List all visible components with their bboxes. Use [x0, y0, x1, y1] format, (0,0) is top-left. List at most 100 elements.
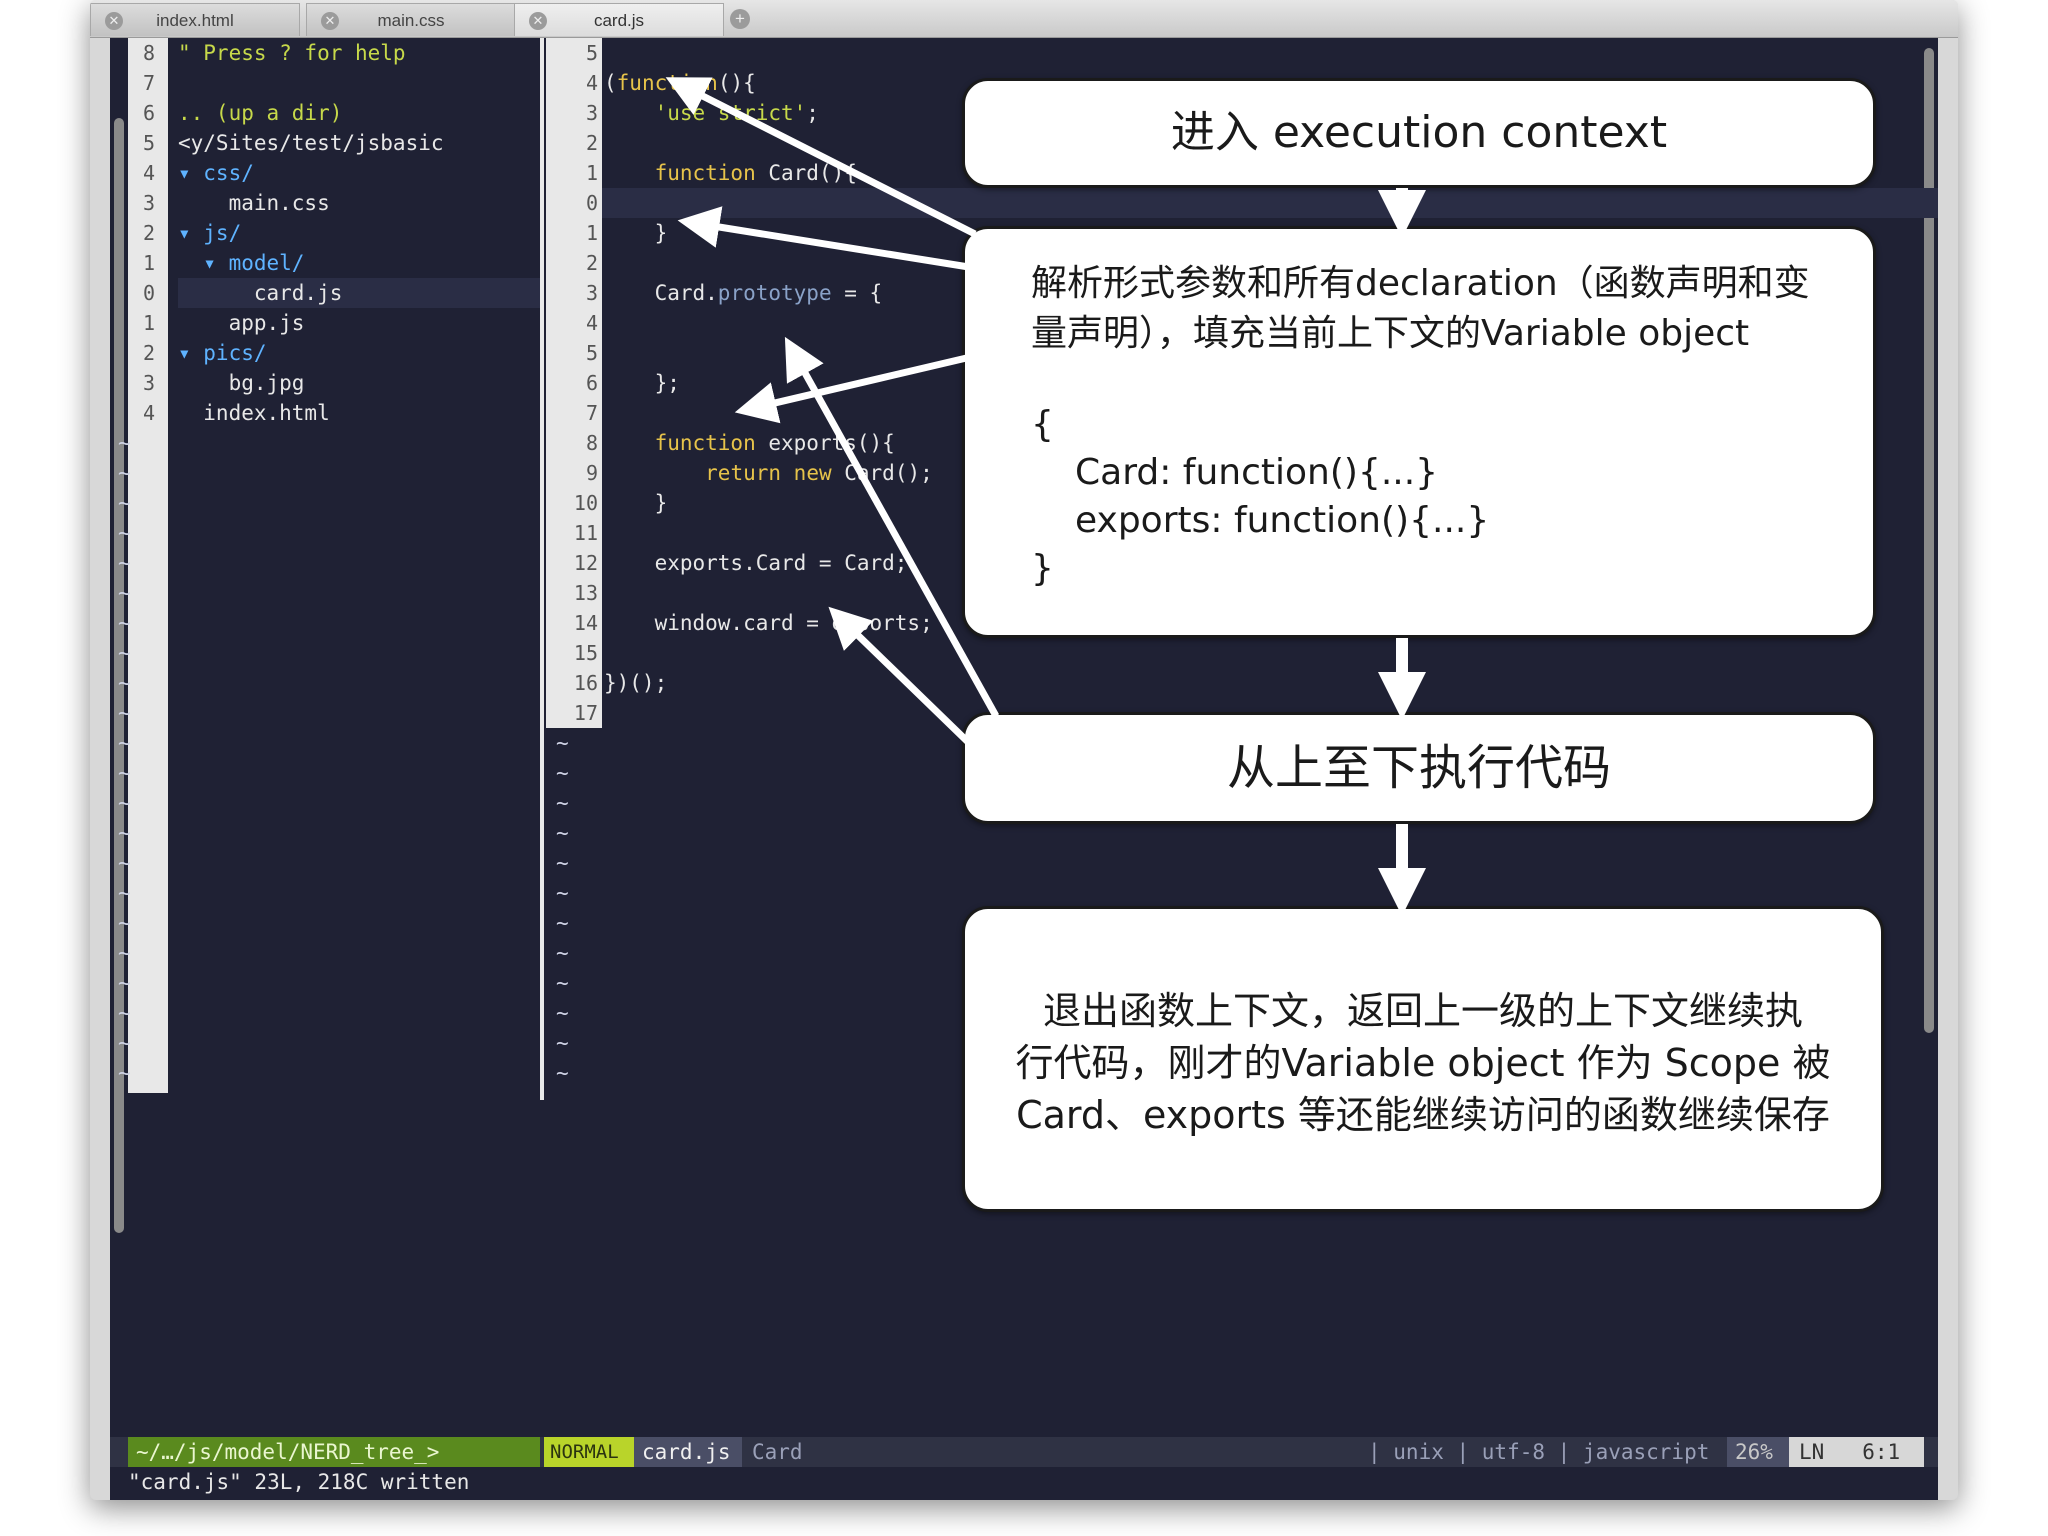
empty-line-tilde: ~ [118, 851, 131, 875]
tab-index-html[interactable]: ✕ index.html [90, 3, 300, 36]
tab-close-icon[interactable]: ✕ [321, 12, 339, 30]
exit-line-1: 退出函数上下文，返回上一级的上下文继续执 [1042, 989, 1803, 1033]
empty-line-tilde: ~ [118, 581, 131, 605]
tree-line-number: 1 [142, 311, 156, 335]
empty-line-tilde: ~ [118, 461, 131, 485]
tree-item[interactable]: ▾ model/ [178, 248, 304, 278]
tree-item[interactable]: main.css [178, 188, 330, 218]
tab-close-icon[interactable]: ✕ [105, 12, 123, 30]
empty-line-tilde: ~ [556, 941, 569, 965]
empty-line-tilde: ~ [118, 1031, 131, 1055]
code-line[interactable]: 'use strict'; [604, 98, 819, 128]
tab-close-icon[interactable]: ✕ [529, 12, 547, 30]
code-line[interactable]: window.card = exports; [604, 608, 933, 638]
empty-line-tilde: ~ [556, 791, 569, 815]
code-line-number: 17 [573, 701, 598, 725]
code-line-number: 6 [585, 371, 598, 395]
code-line[interactable]: return new Card(); [604, 458, 933, 488]
code-line-number: 16 [573, 671, 598, 695]
tree-line-number: 6 [142, 101, 156, 125]
exit-context-box: 退出函数上下文，返回上一级的上下文继续执 行代码，刚才的Variable obj… [962, 906, 1884, 1212]
tree-item[interactable]: index.html [178, 398, 329, 428]
tab-label: card.js [593, 11, 645, 30]
tree-line-number: 5 [142, 131, 156, 155]
enter-context-text: 进入 execution context [1170, 107, 1668, 158]
code-line-number: 4 [585, 71, 598, 95]
parse-declarations-box: 解析形式参数和所有declaration（函数声明和变 量声明），填充当前上下文… [962, 226, 1876, 638]
tree-item[interactable]: <y/Sites/test/jsbasic [178, 128, 444, 158]
parse-line-1: 解析形式参数和所有declaration（函数声明和变 [1031, 263, 1810, 304]
empty-line-tilde: ~ [556, 1061, 569, 1085]
tree-item[interactable]: ▾ pics/ [178, 338, 267, 368]
empty-line-tilde: ~ [118, 671, 131, 695]
empty-line-tilde: ~ [118, 911, 131, 935]
code-line[interactable]: } [604, 218, 668, 248]
tree-line-number: 2 [142, 221, 156, 245]
tree-item[interactable]: " Press ? for help [178, 38, 406, 68]
tab-label: main.css [377, 11, 445, 30]
empty-line-tilde: ~ [118, 551, 131, 575]
tree-line-number: 8 [142, 41, 156, 65]
code-line-number: 5 [585, 341, 598, 365]
empty-line-tilde: ~ [118, 791, 131, 815]
status-percent: 26% [1727, 1437, 1789, 1467]
tree-item[interactable]: bg.jpg [178, 368, 305, 398]
tree-item[interactable]: ▾ css/ [178, 158, 254, 188]
tree-line-number: 3 [142, 371, 156, 395]
execute-code-text: 从上至下执行代码 [1226, 740, 1611, 796]
nerd-tree-panel[interactable]: " Press ? for help .. (up a dir) <y/Sites/… [118, 38, 540, 1100]
code-line-number: 1 [585, 161, 598, 185]
parse-line-2: 量声明），填充当前上下文的Variable object [1031, 313, 1750, 354]
code-line-number: 9 [585, 461, 598, 485]
tree-item[interactable]: app.js [178, 308, 305, 338]
status-position: LN 6:1 [1789, 1437, 1924, 1467]
empty-line-tilde: ~ [556, 1001, 569, 1025]
code-line[interactable]: Card.prototype = { [604, 278, 883, 308]
code-line[interactable]: (function(){ [604, 68, 756, 98]
command-line[interactable]: "card.js" 23L, 218C written [128, 1467, 469, 1497]
empty-line-tilde: ~ [556, 1031, 569, 1055]
code-line-number: 13 [573, 581, 598, 605]
code-line[interactable]: })(); [604, 668, 667, 698]
tree-line-number: 3 [142, 191, 156, 215]
code-line[interactable]: exports.Card = Card; [604, 548, 908, 578]
tab-card-js[interactable]: ✕ card.js [514, 3, 724, 36]
code-line-number: 3 [585, 281, 598, 305]
code-line[interactable]: function Card(){ [604, 158, 857, 188]
tree-line-number: 7 [142, 71, 156, 95]
vertical-split-divider[interactable] [540, 38, 544, 1100]
code-line-number: 2 [585, 131, 598, 155]
empty-line-tilde: ~ [118, 641, 131, 665]
code-line-number: 0 [585, 191, 598, 215]
tree-item[interactable]: ▾ js/ [178, 218, 241, 248]
new-tab-icon[interactable]: + [730, 9, 750, 29]
code-line-number: 11 [573, 521, 598, 545]
code-line[interactable]: function exports(){ [604, 428, 895, 458]
status-function-name: Card [752, 1440, 803, 1464]
empty-line-tilde: ~ [118, 1001, 131, 1025]
empty-line-tilde: ~ [556, 761, 569, 785]
tree-item[interactable]: card.js [178, 278, 540, 308]
code-line-number: 10 [573, 491, 598, 515]
code-line-number: 3 [585, 101, 598, 125]
tree-line-number: 2 [142, 341, 156, 365]
code-line[interactable]: }; [604, 368, 680, 398]
tree-item[interactable]: .. (up a dir) [178, 98, 342, 128]
code-line-number: 2 [585, 251, 598, 275]
tree-line-number: 0 [142, 281, 156, 305]
status-ln-label: LN [1799, 1440, 1825, 1464]
code-line[interactable]: } [604, 488, 668, 518]
code-line-number: 1 [585, 221, 598, 245]
empty-line-tilde: ~ [118, 731, 131, 755]
empty-line-tilde: ~ [556, 851, 569, 875]
code-line-number: 8 [585, 431, 598, 455]
status-mode: NORMAL [544, 1437, 634, 1467]
code-line-number: 14 [573, 611, 598, 635]
variable-object-card: Card: function(){...} [1075, 452, 1439, 493]
tab-main-css[interactable]: ✕ main.css [306, 3, 516, 36]
tree-line-number: 4 [142, 401, 156, 425]
empty-line-tilde: ~ [118, 491, 131, 515]
empty-line-tilde: ~ [556, 911, 569, 935]
code-line-number: 7 [585, 401, 598, 425]
empty-line-tilde: ~ [118, 521, 131, 545]
